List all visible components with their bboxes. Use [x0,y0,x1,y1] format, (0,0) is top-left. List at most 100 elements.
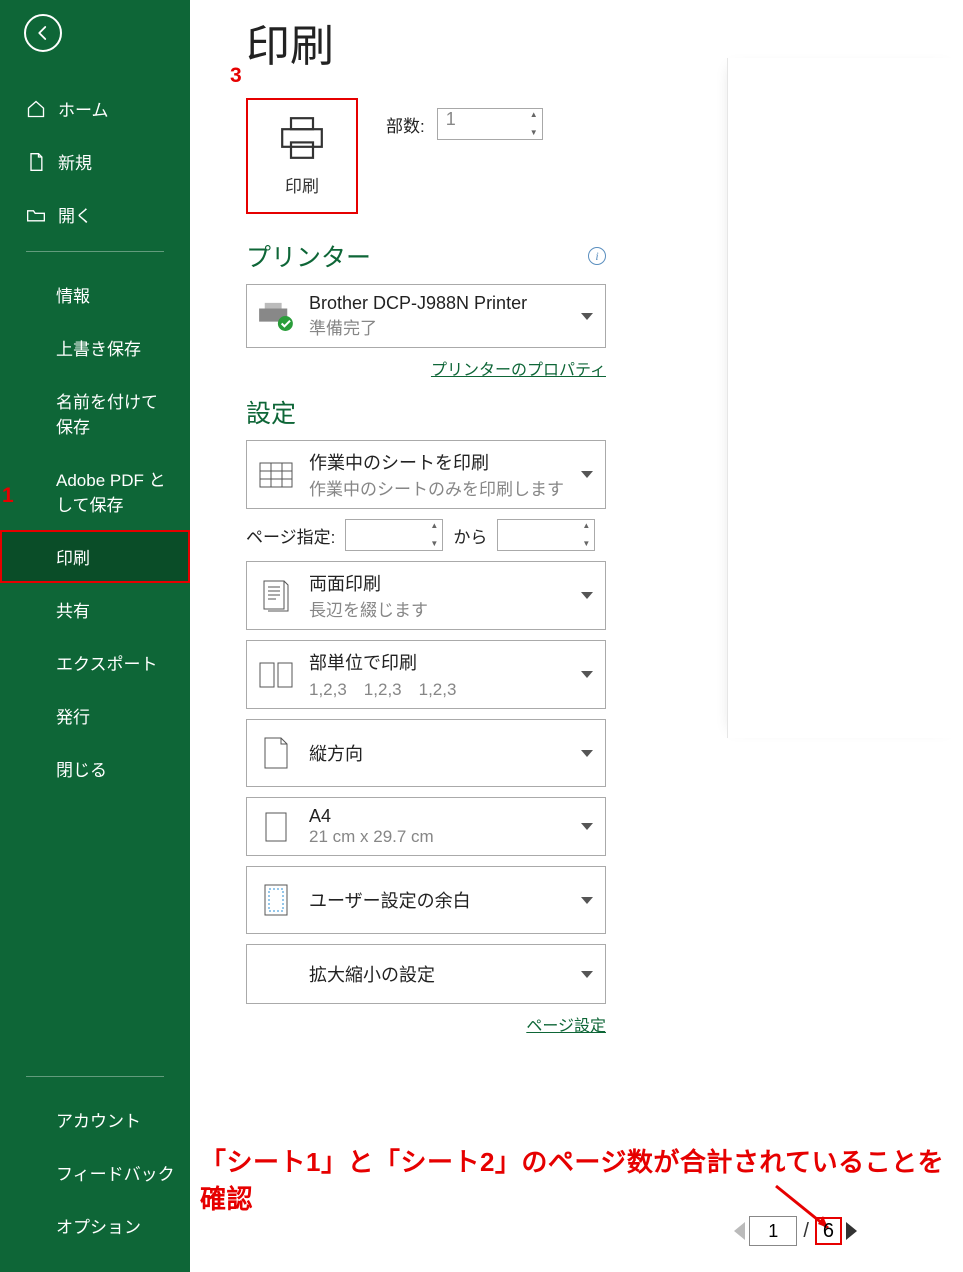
duplex-line1: 両面印刷 [309,570,567,596]
nav-bottom-list: アカウント フィードバック オプション [0,1093,190,1252]
chevron-down-icon [581,592,593,599]
chevron-down-icon [581,471,593,478]
chevron-down-icon [581,897,593,904]
nav-label: アカウント [56,1107,141,1132]
nav-label: フィードバック [56,1160,175,1185]
nav-divider [26,251,164,252]
spinner-icon[interactable]: ▲▼ [580,522,592,548]
settings-section-head: 設定 [246,394,606,430]
back-button[interactable] [24,14,62,52]
nav-bottom-group: アカウント フィードバック オプション [0,1066,190,1252]
page-to-input[interactable]: ▲▼ [497,519,595,551]
annotation-marker-1: 1 [2,484,14,508]
printer-name: Brother DCP-J988N Printer [309,293,567,314]
nav-label: ホーム [58,96,109,121]
info-icon[interactable]: i [588,247,606,265]
scope-line1: 作業中のシートを印刷 [309,449,567,475]
collate-icon [259,662,293,688]
orientation-dropdown[interactable]: 縦方向 [246,719,606,787]
nav-new[interactable]: 新規 [0,135,190,188]
nav-label: 新規 [58,149,92,174]
nav-label: Adobe PDF として保存 [56,466,170,516]
collate-dropdown[interactable]: 部単位で印刷 1,2,3 1,2,3 1,2,3 [246,640,606,709]
collate-line2: 1,2,3 1,2,3 1,2,3 [309,675,567,700]
backstage-sidebar: ホーム 新規 開く 情報 上書き保存 名前を付けて保存 Adobe PDF とし… [0,0,190,1272]
nav-label: 閉じる [56,756,107,781]
nav-account[interactable]: アカウント [0,1093,190,1146]
orientation-line1: 縦方向 [309,740,567,766]
page-navigator: / 6 [734,1216,857,1246]
scale-line1: 拡大縮小の設定 [309,961,567,987]
print-button-label: 印刷 [285,172,319,197]
printer-status: 準備完了 [309,314,567,339]
page-from-input[interactable]: ▲▼ [345,519,443,551]
back-arrow-icon [34,24,52,42]
chevron-down-icon [581,671,593,678]
printer-dropdown[interactable]: Brother DCP-J988N Printer 準備完了 [246,284,606,348]
page-to-label: から [453,523,487,548]
nav-publish[interactable]: 発行 [0,689,190,742]
annotation-marker-3: 3 [230,64,242,88]
portrait-icon [263,736,289,770]
page-range-label: ページ指定: [246,523,335,548]
pager-next-button[interactable] [846,1222,857,1240]
nav-save[interactable]: 上書き保存 [0,321,190,374]
nav-label: 名前を付けて保存 [56,388,170,438]
nav-home[interactable]: ホーム [0,82,190,135]
printer-icon [275,116,329,160]
copies-label: 部数: [386,112,425,137]
nav-saveas[interactable]: 名前を付けて保存 [0,374,190,452]
nav-print[interactable]: 印刷 [0,530,190,583]
nav-open[interactable]: 開く [0,188,190,241]
pager-current-input[interactable] [749,1216,797,1246]
home-icon [26,99,46,119]
collate-line1: 部単位で印刷 [309,649,567,675]
chevron-down-icon [581,313,593,320]
nav-label: 共有 [56,597,90,622]
copies-input[interactable]: 1 ▲▼ [437,108,543,140]
nav-label: オプション [56,1213,141,1238]
scope-line2: 作業中のシートのみを印刷します [309,475,567,500]
printer-ready-icon [257,301,295,331]
duplex-line2: 長辺を綴じます [309,596,567,621]
print-button[interactable]: 印刷 [246,98,358,214]
nav-export[interactable]: エクスポート [0,636,190,689]
print-preview-area [727,58,963,738]
grid-icon [259,462,293,488]
spinner-icon[interactable]: ▲▼ [528,111,540,137]
pager-separator: / [803,1220,809,1243]
printer-section-head: プリンター i [246,238,606,274]
nav-label: 上書き保存 [56,335,141,360]
nav-divider [26,1076,164,1077]
new-doc-icon [26,152,46,172]
duplex-icon [261,579,291,613]
margins-dropdown[interactable]: ユーザー設定の余白 [246,866,606,934]
nav-label: 発行 [56,703,90,728]
nav-share[interactable]: 共有 [0,583,190,636]
copies-value: 1 [446,109,456,129]
page-range-row: ページ指定: ▲▼ から ▲▼ [246,519,606,551]
printer-properties-link[interactable]: プリンターのプロパティ [246,356,606,380]
settings-section-title: 設定 [246,394,296,430]
copies-group: 部数: 1 ▲▼ [386,108,543,140]
nav-label: 印刷 [56,544,90,569]
nav-mid-list: 情報 上書き保存 名前を付けて保存 Adobe PDF として保存 印刷 共有 … [0,268,190,795]
print-scope-dropdown[interactable]: 作業中のシートを印刷 作業中のシートのみを印刷します [246,440,606,509]
folder-open-icon [26,205,46,225]
spinner-icon[interactable]: ▲▼ [428,522,440,548]
duplex-dropdown[interactable]: 両面印刷 長辺を綴じます [246,561,606,630]
nav-feedback[interactable]: フィードバック [0,1146,190,1199]
page-setup-link[interactable]: ページ設定 [246,1012,606,1036]
nav-label: エクスポート [56,650,158,675]
nav-close[interactable]: 閉じる [0,742,190,795]
paper-icon [264,811,288,843]
nav-info[interactable]: 情報 [0,268,190,321]
pager-prev-button[interactable] [734,1222,745,1240]
paper-dropdown[interactable]: A4 21 cm x 29.7 cm [246,797,606,856]
nav-options[interactable]: オプション [0,1199,190,1252]
scale-dropdown[interactable]: 拡大縮小の設定 [246,944,606,1004]
pager-total: 6 [815,1217,842,1245]
chevron-down-icon [581,823,593,830]
nav-label: 情報 [56,282,90,307]
nav-adobe-pdf[interactable]: Adobe PDF として保存 [0,452,190,530]
